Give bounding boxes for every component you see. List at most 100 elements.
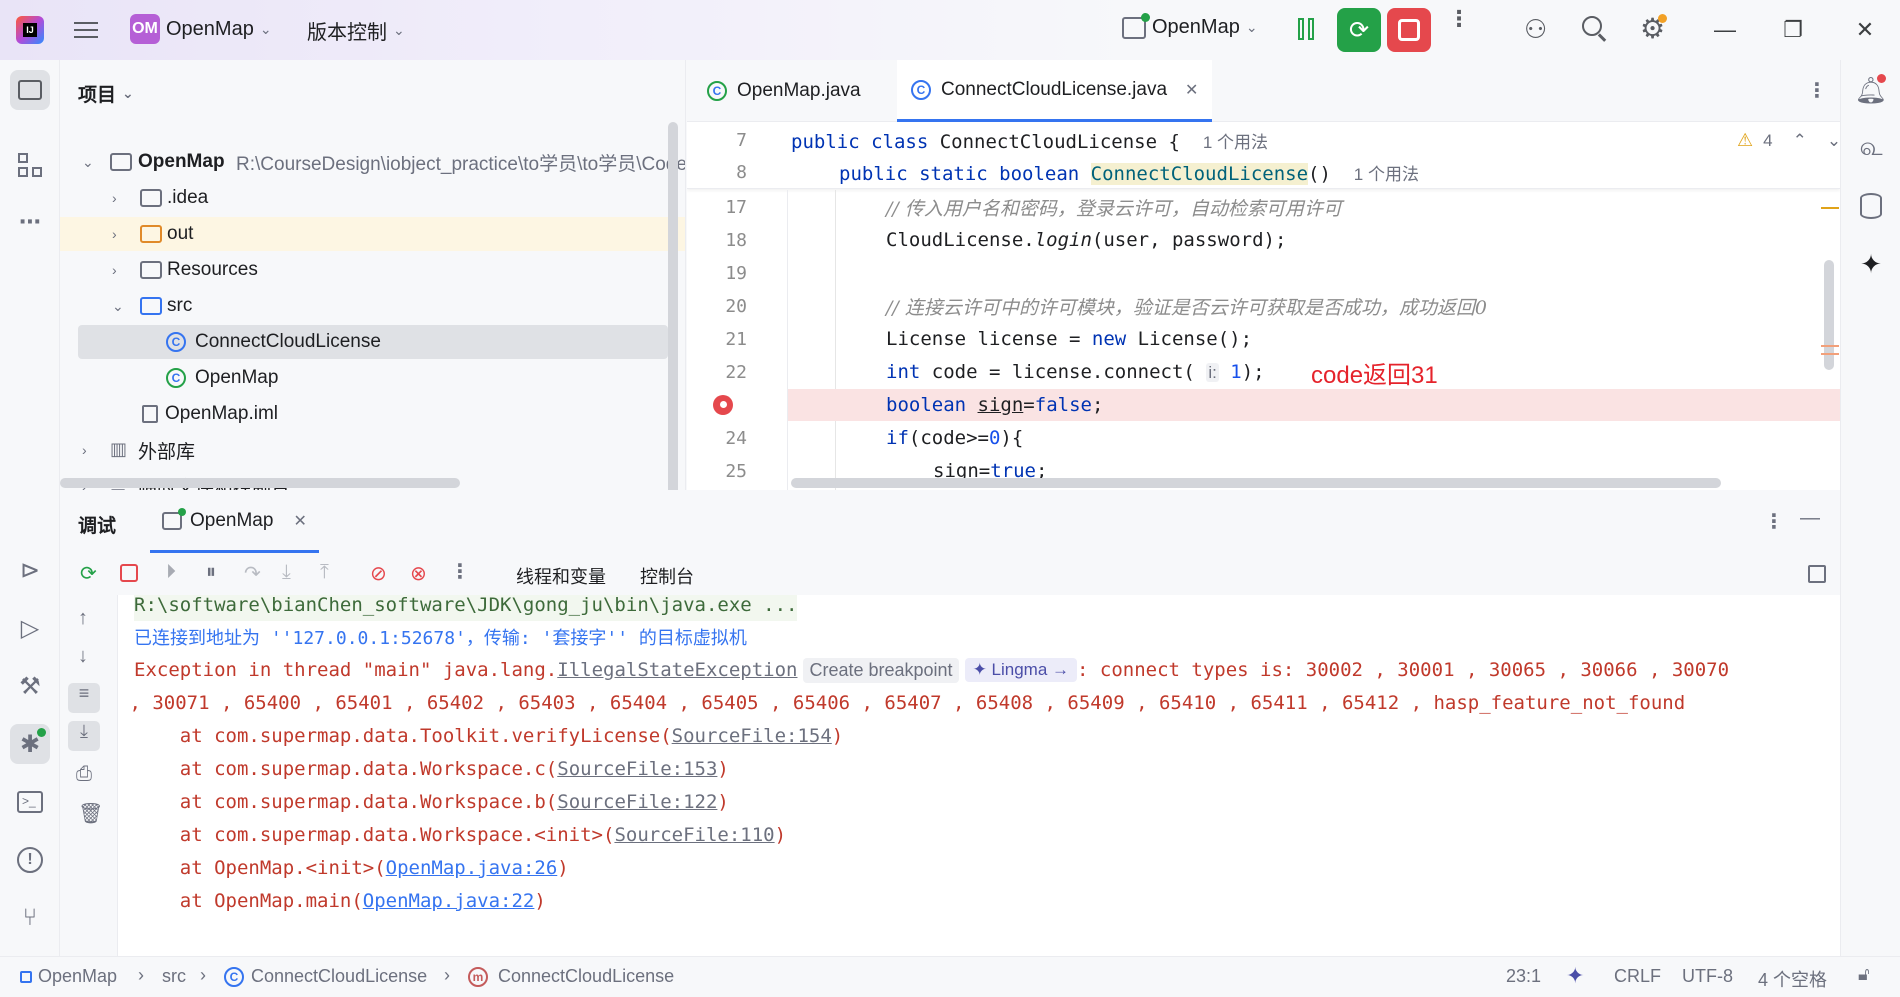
source-link[interactable]: SourceFile:154 (672, 725, 832, 747)
chevron-up-icon[interactable]: ⌃ (1793, 131, 1807, 151)
pause-icon[interactable]: ⏸ (206, 561, 216, 584)
terminal-icon[interactable]: >_ (10, 782, 50, 822)
caret-position[interactable]: 23:1 (1506, 966, 1541, 987)
run-icon[interactable]: ▷ (10, 608, 50, 648)
main-menu-icon[interactable] (72, 16, 100, 44)
minimize-button[interactable]: — (1707, 12, 1743, 48)
chevron-down-icon[interactable]: ⌄ (112, 298, 124, 315)
usage-hint[interactable]: 1 个用法 (1354, 165, 1419, 184)
tab-console[interactable]: 控制台 (640, 563, 694, 589)
chevron-right-icon[interactable]: › (112, 226, 117, 242)
editor-horizontal-scrollbar[interactable] (791, 478, 1721, 488)
code-line[interactable]: 24 if(code>=0){ (687, 422, 1840, 454)
step-into-icon[interactable]: ⤓ (282, 561, 291, 584)
resume-icon[interactable] (1294, 18, 1318, 42)
ai-assistant-icon[interactable]: ௳ (1851, 128, 1891, 168)
project-folder-icon[interactable] (10, 70, 50, 110)
debug-session-tab[interactable]: OpenMap ✕ (150, 491, 319, 553)
debug-more-actions-icon[interactable]: ⋮ (450, 559, 470, 584)
more-tools-icon[interactable]: ⋯ (10, 202, 50, 242)
debug-more-icon[interactable]: ⋮ (1764, 509, 1784, 534)
rerun-debug-button[interactable]: ⟳ (1337, 8, 1381, 52)
resume-program-icon[interactable]: ⏵ (166, 561, 176, 584)
tree-item-openmap-root[interactable]: ⌄ OpenMap R:\CourseDesign\iobject_practi… (60, 145, 685, 179)
add-user-icon[interactable]: ⚇ (1524, 14, 1547, 45)
layout-icon[interactable] (1808, 565, 1826, 583)
git-branch-icon[interactable]: ⑂ (10, 898, 50, 938)
close-tab-icon[interactable]: ✕ (293, 511, 306, 531)
vcs-menu[interactable]: 版本控制 ⌄ (307, 16, 405, 45)
create-breakpoint-chip[interactable]: Create breakpoint (803, 657, 959, 683)
code-line[interactable]: 21 License license = new License(); (687, 323, 1840, 355)
horizontal-scrollbar[interactable] (60, 478, 460, 488)
read-only-lock-icon[interactable]: 🔓︎ (1858, 964, 1870, 985)
code-line[interactable]: 20 // 连接云许可中的许可模块，验证是否云许可获取是否成功，成功返回0 (687, 290, 1840, 322)
build-hammer-icon[interactable]: ⚒ (10, 666, 50, 706)
settings-gear-icon[interactable]: ⚙ (1640, 12, 1668, 45)
mute-breakpoints-icon[interactable]: ⊗ (410, 561, 427, 586)
code-line[interactable]: 8 public static boolean ConnectCloudLice… (687, 156, 1840, 188)
chevron-down-icon[interactable]: ⌄ (82, 154, 94, 171)
hide-panel-icon[interactable]: — (1800, 507, 1820, 530)
code-line[interactable]: 18 CloudLicense.login(user, password); (687, 224, 1840, 256)
inspection-widget[interactable]: ⚠ 4 ⌃ ⌄ (1737, 130, 1840, 151)
problems-icon[interactable]: ! (10, 840, 50, 880)
soft-wrap-icon[interactable]: ≡ (68, 683, 100, 713)
error-stripe-mark[interactable] (1821, 353, 1839, 355)
breadcrumb-class[interactable]: ConnectCloudLicense (251, 966, 427, 987)
structure-icon[interactable] (10, 145, 50, 185)
chevron-right-icon[interactable]: › (112, 262, 117, 278)
tree-item-openmap-iml[interactable]: OpenMap.iml (60, 397, 660, 431)
more-actions-icon[interactable]: ⋮ (1448, 8, 1470, 30)
view-breakpoints-icon[interactable]: ⊘ (370, 561, 387, 586)
code-line[interactable]: 22 int code = license.connect( i: 1); co… (687, 356, 1840, 389)
tree-item-openmap-class[interactable]: C OpenMap (60, 361, 660, 395)
project-selector[interactable]: OM OpenMap ⌄ (130, 14, 272, 44)
tab-threads-variables[interactable]: 线程和变量 (516, 563, 606, 589)
tree-item-out[interactable]: › out (60, 217, 685, 251)
chevron-right-icon[interactable]: › (112, 190, 117, 206)
chevron-right-icon[interactable]: › (82, 442, 87, 458)
tree-item-resources[interactable]: › Resources (60, 253, 660, 287)
notifications-bell-icon[interactable]: 🔔︎ (1851, 70, 1891, 110)
breakpoint-icon[interactable] (713, 395, 733, 415)
lingma-icon[interactable]: ✦ (1851, 244, 1891, 284)
project-panel-header[interactable]: 项目 ⌄ (78, 80, 134, 107)
code-line[interactable]: 7 public class ConnectCloudLicense { 1 个… (687, 124, 1840, 156)
restore-button[interactable]: ❐ (1775, 12, 1811, 48)
clear-trash-icon[interactable]: 🗑︎ (78, 801, 103, 826)
arrow-up-icon[interactable]: ↑ (78, 607, 88, 630)
database-icon[interactable] (1851, 186, 1891, 226)
arrow-down-icon[interactable]: ↓ (78, 645, 88, 668)
breadcrumb-src[interactable]: src (162, 966, 186, 987)
source-link[interactable]: SourceFile:153 (557, 758, 717, 780)
line-separator[interactable]: CRLF (1614, 966, 1661, 987)
breakpoint-line[interactable]: boolean sign=false; (687, 389, 1840, 421)
usage-hint[interactable]: 1 个用法 (1203, 133, 1268, 152)
exception-class-link[interactable]: IllegalStateException (557, 659, 797, 681)
file-encoding[interactable]: UTF-8 (1682, 966, 1733, 987)
source-link[interactable]: SourceFile:110 (614, 824, 774, 846)
error-stripe-mark[interactable] (1821, 207, 1839, 209)
scroll-to-end-icon[interactable]: ⤓ (68, 721, 100, 751)
breadcrumb-project[interactable]: OpenMap (38, 966, 117, 987)
tree-item-external-libraries[interactable]: › ▥ 外部库 (60, 433, 660, 467)
print-icon[interactable]: ⎙ (76, 763, 92, 786)
chevron-down-icon[interactable]: ⌄ (1827, 131, 1840, 151)
error-stripe-mark[interactable] (1821, 345, 1839, 347)
lingma-status-icon[interactable]: ✦ (1566, 963, 1584, 989)
source-link[interactable]: SourceFile:122 (557, 791, 717, 813)
run-config-selector[interactable]: OpenMap ⌄ (1122, 12, 1258, 39)
source-link[interactable]: OpenMap.java:26 (386, 857, 558, 879)
source-link[interactable]: OpenMap.java:22 (363, 890, 535, 912)
close-tab-icon[interactable]: ✕ (1185, 80, 1198, 100)
close-window-button[interactable]: ✕ (1847, 12, 1883, 48)
tree-item-connectcloudlicense[interactable]: C ConnectCloudLicense (78, 325, 668, 359)
step-out-icon[interactable]: ⤒ (320, 561, 329, 584)
services-icon[interactable]: ⊳ (10, 550, 50, 590)
tab-connectcloudlicense-java[interactable]: C ConnectCloudLicense.java ✕ (897, 60, 1213, 122)
search-icon[interactable] (1582, 16, 1608, 42)
console-output[interactable]: R:\software\bianChen_software\JDK\gong_j… (118, 595, 1840, 956)
stop-icon[interactable] (120, 564, 138, 582)
vertical-scrollbar[interactable] (668, 122, 678, 490)
